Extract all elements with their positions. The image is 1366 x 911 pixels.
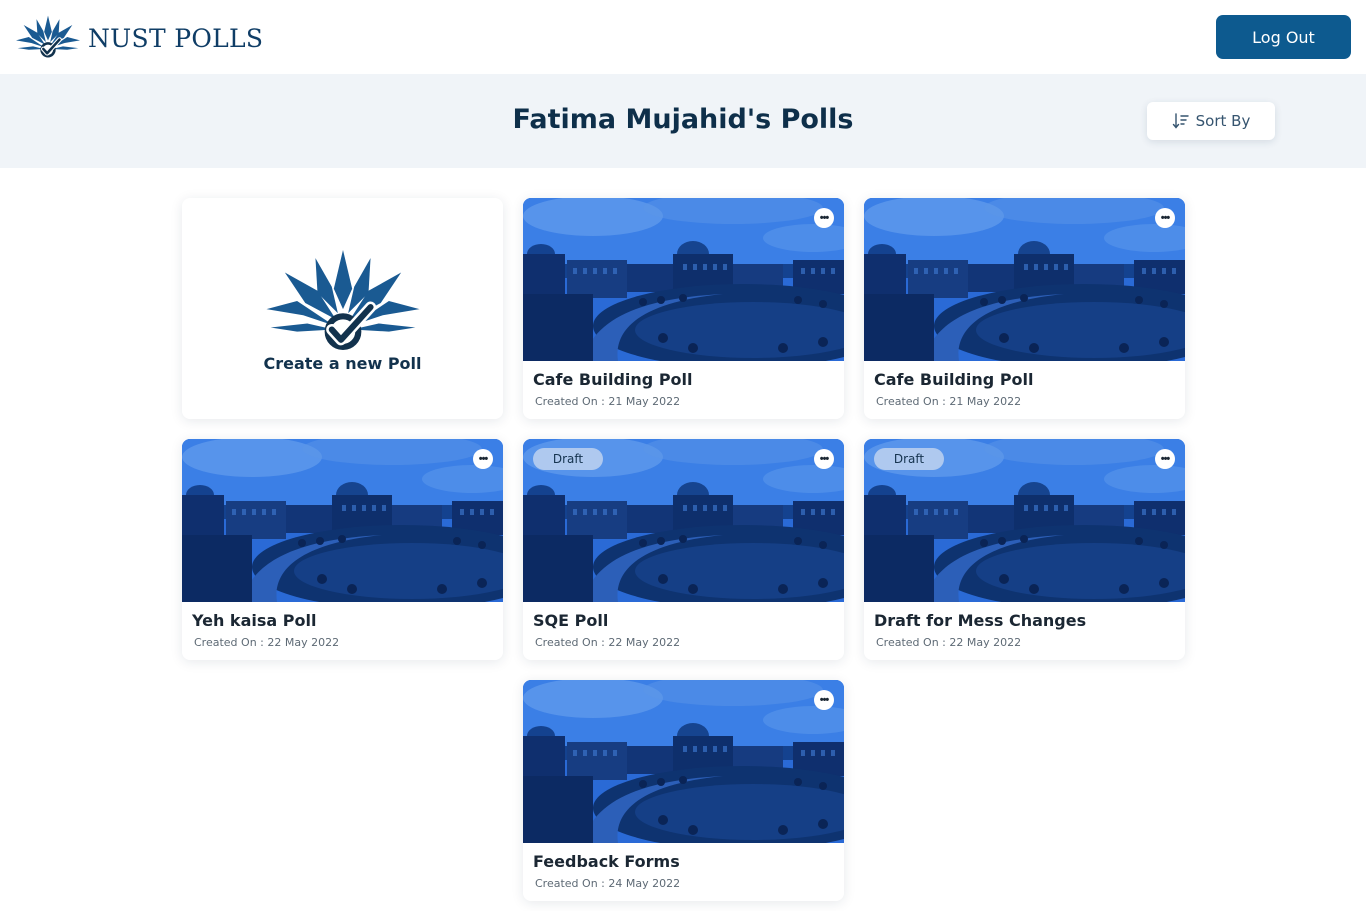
poll-cover-image: ••• [182,439,503,602]
poll-cover-image: Draft ••• [864,439,1185,602]
poll-card[interactable]: ••• Feedback Forms Created On : 24 May 2… [523,680,844,901]
poll-created-date: Created On : 22 May 2022 [535,636,681,649]
sort-by-button[interactable]: Sort By [1147,102,1275,140]
draft-badge: Draft [533,448,603,470]
nust-polls-logo-icon [266,250,420,352]
poll-card[interactable]: ••• Cafe Building Poll Created On : 21 M… [864,198,1185,419]
poll-card[interactable]: ••• Yeh kaisa Poll Created On : 22 May 2… [182,439,503,660]
poll-created-date: Created On : 22 May 2022 [876,636,1022,649]
more-options-icon[interactable]: ••• [814,208,834,228]
top-navbar: NUST POLLS Log Out [0,0,1366,74]
poll-created-date: Created On : 24 May 2022 [535,877,681,890]
poll-title: Draft for Mess Changes [874,611,1087,630]
more-options-icon[interactable]: ••• [473,449,493,469]
poll-cover-image: ••• [523,680,844,843]
more-options-icon[interactable]: ••• [814,449,834,469]
brand[interactable]: NUST POLLS [16,15,263,59]
more-options-icon[interactable]: ••• [1155,449,1175,469]
poll-card[interactable]: ••• Cafe Building Poll Created On : 21 M… [523,198,844,419]
poll-card[interactable]: Draft ••• Draft for Mess Changes Created… [864,439,1185,660]
sort-descending-icon [1172,113,1189,129]
poll-created-date: Created On : 21 May 2022 [535,395,681,408]
more-options-icon[interactable]: ••• [1155,208,1175,228]
poll-title: Cafe Building Poll [533,370,693,389]
poll-created-date: Created On : 22 May 2022 [194,636,340,649]
create-poll-label: Create a new Poll [263,354,422,373]
more-options-icon[interactable]: ••• [814,690,834,710]
draft-badge: Draft [874,448,944,470]
poll-cover-image: ••• [523,198,844,361]
logout-button[interactable]: Log Out [1216,15,1351,59]
sort-by-label: Sort By [1195,112,1251,130]
poll-title: Cafe Building Poll [874,370,1034,389]
poll-cover-image: Draft ••• [523,439,844,602]
nust-polls-logo-icon [16,15,80,59]
poll-card[interactable]: Draft ••• SQE Poll Created On : 22 May 2… [523,439,844,660]
poll-cover-image: ••• [864,198,1185,361]
poll-created-date: Created On : 21 May 2022 [876,395,1022,408]
page-header-band: Fatima Mujahid's Polls Sort By [0,74,1366,168]
create-poll-card[interactable]: Create a new Poll [182,198,503,419]
poll-title: Feedback Forms [533,852,680,871]
poll-title: SQE Poll [533,611,609,630]
poll-title: Yeh kaisa Poll [192,611,317,630]
brand-name: NUST POLLS [88,23,264,53]
